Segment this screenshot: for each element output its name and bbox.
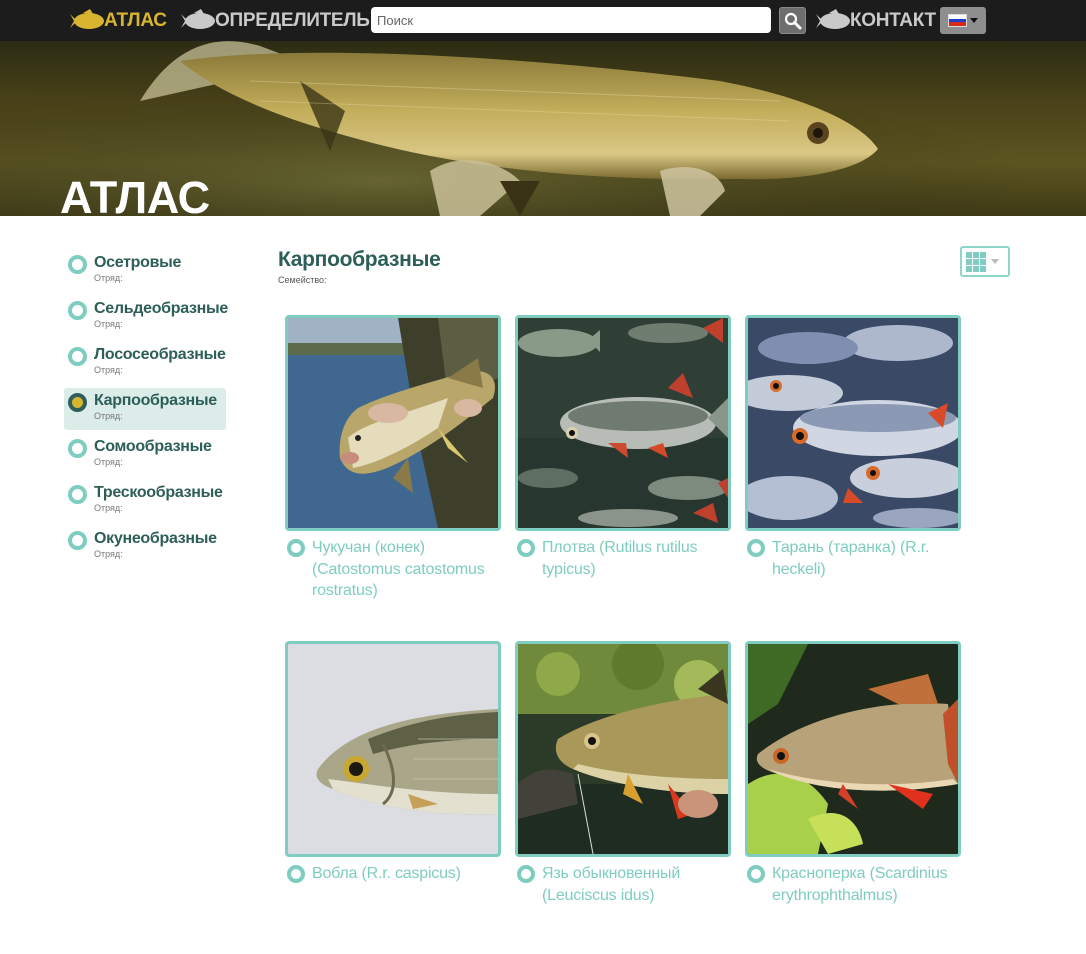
fish-card[interactable]: Вобла (R.r. caspicus)	[285, 641, 501, 885]
radio-dot-icon	[517, 865, 535, 883]
radio-dot-icon	[747, 865, 765, 883]
sidebar-item-sublabel: Отряд:	[94, 457, 123, 467]
sidebar-item-label: Сомообразные	[94, 438, 212, 455]
fish-card-label[interactable]: Красноперка (Scardinius erythrophthalmus…	[772, 863, 961, 906]
radio-dot-icon	[287, 865, 305, 883]
sidebar-item-sublabel: Отряд:	[94, 365, 123, 375]
sidebar-item-perciformes[interactable]: Окунеобразные Отряд:	[64, 526, 226, 568]
fish-card-label[interactable]: Язь обыкновенный (Leuciscus idus)	[542, 863, 731, 906]
fish-card[interactable]: Плотва (Rutilus rutilus typicus)	[515, 315, 731, 580]
nav-contact-label: КОНТАКТ	[850, 9, 936, 31]
chevron-down-icon	[991, 259, 999, 264]
view-mode-dropdown[interactable]	[960, 246, 1010, 277]
nav-contact-link[interactable]: КОНТАКТ	[814, 0, 936, 41]
nav-identifier-label: ОПРЕДЕЛИТЕЛЬ	[215, 9, 370, 31]
radio-dot-icon	[68, 531, 87, 550]
search-input[interactable]	[371, 7, 771, 33]
grid-view-icon	[966, 251, 986, 272]
fish-card[interactable]: Чукучан (конек) (Catostomus catostomus r…	[285, 315, 501, 602]
search-icon	[784, 12, 801, 29]
fish-card-label[interactable]: Вобла (R.r. caspicus)	[312, 863, 501, 885]
fish-icon	[816, 8, 850, 29]
fish-card-label[interactable]: Чукучан (конек) (Catostomus catostomus r…	[312, 537, 501, 602]
sidebar-item-cypriniformes[interactable]: Карпообразные Отряд:	[64, 388, 226, 430]
sidebar-item-sublabel: Отряд:	[94, 273, 123, 283]
radio-dot-icon	[68, 255, 87, 274]
fish-photo[interactable]	[285, 641, 501, 857]
fish-photo[interactable]	[745, 315, 961, 531]
radio-dot-icon	[68, 301, 87, 320]
sidebar-item-label: Осетровые	[94, 254, 182, 271]
nav-atlas-label: АТЛАС	[104, 9, 167, 31]
sidebar-item-label: Сельдеобразные	[94, 300, 229, 317]
sidebar-item-gadiformes[interactable]: Трескообразные Отряд:	[64, 480, 226, 522]
sidebar-item-sublabel: Отряд:	[94, 411, 123, 421]
radio-dot-icon	[287, 539, 305, 557]
fish-icon	[70, 8, 104, 29]
radio-dot-icon	[517, 539, 535, 557]
sidebar-item-salmoniformes[interactable]: Лососеобразные Отряд:	[64, 342, 226, 384]
radio-dot-icon	[747, 539, 765, 557]
fish-card-label[interactable]: Плотва (Rutilus rutilus typicus)	[542, 537, 731, 580]
nav-identifier-link[interactable]: ОПРЕДЕЛИТЕЛЬ	[179, 0, 370, 41]
radio-dot-selected-icon	[68, 393, 87, 412]
fish-card-label[interactable]: Тарань (таранка) (R.r. heckeli)	[772, 537, 961, 580]
fish-photo[interactable]	[515, 641, 731, 857]
radio-dot-icon	[68, 485, 87, 504]
top-navigation-bar: АТЛАС ОПРЕДЕЛИТЕЛЬ КОНТАКТ	[0, 0, 1086, 41]
radio-dot-icon	[68, 439, 87, 458]
hero-banner: АТЛАС	[0, 41, 1086, 216]
section-title: Карпообразные	[278, 248, 441, 271]
page-title: АТЛАС	[60, 172, 210, 216]
sidebar-item-acipenseriformes[interactable]: Осетровые Отряд:	[64, 250, 226, 292]
fish-photo[interactable]	[745, 641, 961, 857]
sidebar-item-label: Окунеобразные	[94, 530, 217, 547]
fish-photo[interactable]	[285, 315, 501, 531]
sidebar-item-label: Карпообразные	[94, 392, 217, 409]
fish-card[interactable]: Тарань (таранка) (R.r. heckeli)	[745, 315, 961, 580]
radio-dot-icon	[68, 347, 87, 366]
nav-atlas-link[interactable]: АТЛАС	[68, 0, 167, 41]
sidebar-item-label: Лососеобразные	[94, 346, 226, 363]
russian-flag-icon	[948, 14, 967, 27]
section-subtitle: Семейство:	[278, 275, 327, 285]
fish-card[interactable]: Красноперка (Scardinius erythrophthalmus…	[745, 641, 961, 906]
chevron-down-icon	[970, 18, 978, 23]
sidebar-item-siluriformes[interactable]: Сомообразные Отряд:	[64, 434, 226, 476]
fish-card[interactable]: Язь обыкновенный (Leuciscus idus)	[515, 641, 731, 906]
sidebar-item-sublabel: Отряд:	[94, 319, 123, 329]
fish-photo[interactable]	[515, 315, 731, 531]
sidebar-item-sublabel: Отряд:	[94, 549, 123, 559]
language-selector[interactable]	[940, 7, 986, 34]
sidebar-item-clupeiformes[interactable]: Сельдеобразные Отряд:	[64, 296, 229, 338]
search-button[interactable]	[779, 7, 806, 34]
fish-icon	[181, 8, 215, 29]
order-sidebar: Осетровые Отряд: Сельдеобразные Отряд: Л…	[64, 250, 229, 572]
sidebar-item-label: Трескообразные	[94, 484, 223, 501]
sidebar-item-sublabel: Отряд:	[94, 503, 123, 513]
